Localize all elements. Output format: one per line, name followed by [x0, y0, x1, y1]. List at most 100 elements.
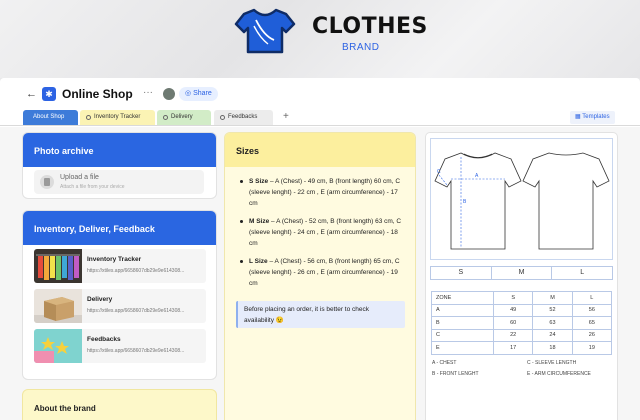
templates-button[interactable]: ▦ Templates [570, 111, 615, 124]
size-name: S Size [249, 178, 269, 185]
size-detail: – A (Chest) - 52 cm, B (front length) 63… [249, 218, 402, 247]
sizes-card: Sizes S Size – A (Chest) - 49 cm, B (fro… [225, 133, 415, 420]
page-title: Online Shop [62, 87, 133, 101]
table-row: E 17 18 19 [431, 341, 613, 355]
table-cell: A [431, 303, 494, 317]
table-cell: 17 [492, 341, 534, 355]
table-header-cell: L [571, 291, 613, 305]
table-cell: 63 [532, 316, 573, 330]
table-cell: 56 [571, 303, 613, 317]
avatar[interactable] [163, 88, 175, 100]
photo-archive-title: Photo archive [23, 133, 216, 167]
legend-c: C - SLEEVE LENGTH [527, 360, 577, 366]
list-item-feedbacks[interactable]: Feedbacks https://xtiles.app/6658607db29… [34, 329, 206, 363]
sizes-list: S Size – A (Chest) - 49 cm, B (front len… [236, 176, 408, 296]
table-cell: 19 [571, 341, 613, 355]
tab-about-shop[interactable]: About Shop [23, 110, 78, 125]
circle-icon [86, 115, 91, 120]
more-options-icon[interactable]: ··· [143, 87, 153, 98]
share-label: Share [193, 90, 212, 97]
list-item-inventory-tracker[interactable]: Inventory Tracker https://xtiles.app/665… [34, 249, 206, 283]
sketch-label-b: B [463, 199, 467, 205]
sketch-label-c: C [437, 169, 441, 175]
circle-icon [163, 115, 168, 120]
upload-file-area[interactable]: Upload a file Attach a file from your de… [34, 170, 204, 194]
list-item-delivery[interactable]: Delivery https://xtiles.app/6658607db29e… [34, 289, 206, 323]
table-row: B 60 63 65 [431, 316, 613, 330]
tab-label: Inventory Tracker [94, 114, 141, 120]
inventory-item-url[interactable]: https://xtiles.app/6658607db29e9e614308.… [87, 308, 184, 314]
table-cell: 65 [571, 316, 613, 330]
table-cell: 18 [532, 341, 573, 355]
list-item: S Size – A (Chest) - 49 cm, B (front len… [236, 176, 408, 209]
size-detail: – A (Chest) - 56 cm, B (front length) 65… [249, 258, 400, 287]
size-l: L [580, 269, 585, 276]
tshirt-sketch: A B C [430, 138, 613, 260]
inventory-item-name: Delivery [87, 296, 113, 303]
table-cell: B [431, 316, 494, 330]
top-bar: ← ✱ Online Shop ··· ◎ Share [0, 78, 640, 110]
table-cell: 60 [492, 316, 534, 330]
tab-inventory-tracker[interactable]: Inventory Tracker [80, 110, 155, 125]
tab-feedbacks[interactable]: Feedbacks [214, 110, 273, 125]
table-cell: 52 [532, 303, 573, 317]
inventory-item-url[interactable]: https://xtiles.app/6658607db29e9e614308.… [87, 348, 184, 354]
board-canvas: Photo archive Upload a file Attach a fil… [0, 127, 640, 420]
tab-label: Delivery [171, 114, 193, 120]
app-window: ← ✱ Online Shop ··· ◎ Share About Shop I… [0, 78, 640, 420]
table-header-cell: ZONE [431, 291, 494, 305]
cardboard-box-thumbnail [34, 289, 82, 323]
size-table: ZONE S M L A 49 52 56 B 60 63 65 C 22 24… [431, 291, 613, 355]
globe-icon: ◎ [185, 90, 194, 97]
about-brand-title: About the brand [34, 404, 96, 413]
rating-stars-thumbnail [34, 329, 82, 363]
table-cell: C [431, 328, 494, 342]
brand-title: CLOTHES [312, 14, 428, 39]
table-row: C 22 24 26 [431, 328, 613, 342]
sizes-title: Sizes [225, 133, 415, 167]
legend-b: B - FRONT LENGHT [432, 371, 479, 377]
legend-e: E - ARM CIRCUMFERENCE [527, 371, 591, 377]
legend-a: A - CHEST [432, 360, 457, 366]
add-tab-button[interactable]: + [283, 111, 289, 122]
inventory-title: Inventory, Deliver, Feedback [23, 211, 216, 245]
clothes-rack-thumbnail [34, 249, 82, 283]
inventory-card: Inventory, Deliver, Feedback Inventory T… [23, 211, 216, 379]
upload-hint: Attach a file from your device [60, 184, 125, 190]
upload-label: Upload a file [60, 174, 99, 181]
file-upload-icon [40, 175, 54, 189]
tab-bar: About Shop Inventory Tracker Delivery Fe… [0, 110, 640, 126]
share-button[interactable]: ◎ Share [179, 87, 218, 101]
tshirt-back-icon [522, 152, 610, 250]
table-cell: 24 [532, 328, 573, 342]
table-cell: 49 [492, 303, 534, 317]
size-m: M [492, 267, 553, 279]
brand-hero: CLOTHES BRAND [0, 0, 640, 78]
inventory-item-url[interactable]: https://xtiles.app/6658607db29e9e614308.… [87, 268, 184, 274]
tab-label: Feedbacks [228, 114, 258, 120]
about-brand-card: About the brand [23, 390, 216, 420]
table-header-cell: M [532, 291, 573, 305]
photo-archive-card: Photo archive Upload a file Attach a fil… [23, 133, 216, 198]
app-logo-icon: ✱ [42, 87, 56, 101]
tshirt-logo-icon [234, 8, 296, 54]
size-chart-card: A B C S M L ZONE S M L A 49 52 56 B 60 6… [426, 133, 617, 420]
table-cell: E [431, 341, 494, 355]
list-item: M Size – A (Chest) - 52 cm, B (front len… [236, 216, 408, 249]
inventory-item-name: Inventory Tracker [87, 256, 142, 263]
table-cell: 26 [571, 328, 613, 342]
back-arrow-icon[interactable]: ← [26, 88, 37, 100]
table-cell: 22 [492, 328, 534, 342]
tab-label: About Shop [33, 114, 65, 120]
brand-subtitle: BRAND [342, 42, 380, 53]
tab-delivery[interactable]: Delivery [157, 110, 211, 125]
tshirt-front-icon [434, 152, 522, 250]
size-s: S [431, 267, 492, 279]
sketch-label-a: A [475, 173, 479, 179]
table-header-cell: S [492, 291, 534, 305]
size-name: M Size [249, 218, 270, 225]
templates-label: Templates [582, 114, 610, 120]
inventory-item-name: Feedbacks [87, 336, 121, 343]
size-detail: – A (Chest) - 49 cm, B (front length) 60… [249, 178, 401, 207]
size-selector-row: S M L [430, 266, 613, 280]
